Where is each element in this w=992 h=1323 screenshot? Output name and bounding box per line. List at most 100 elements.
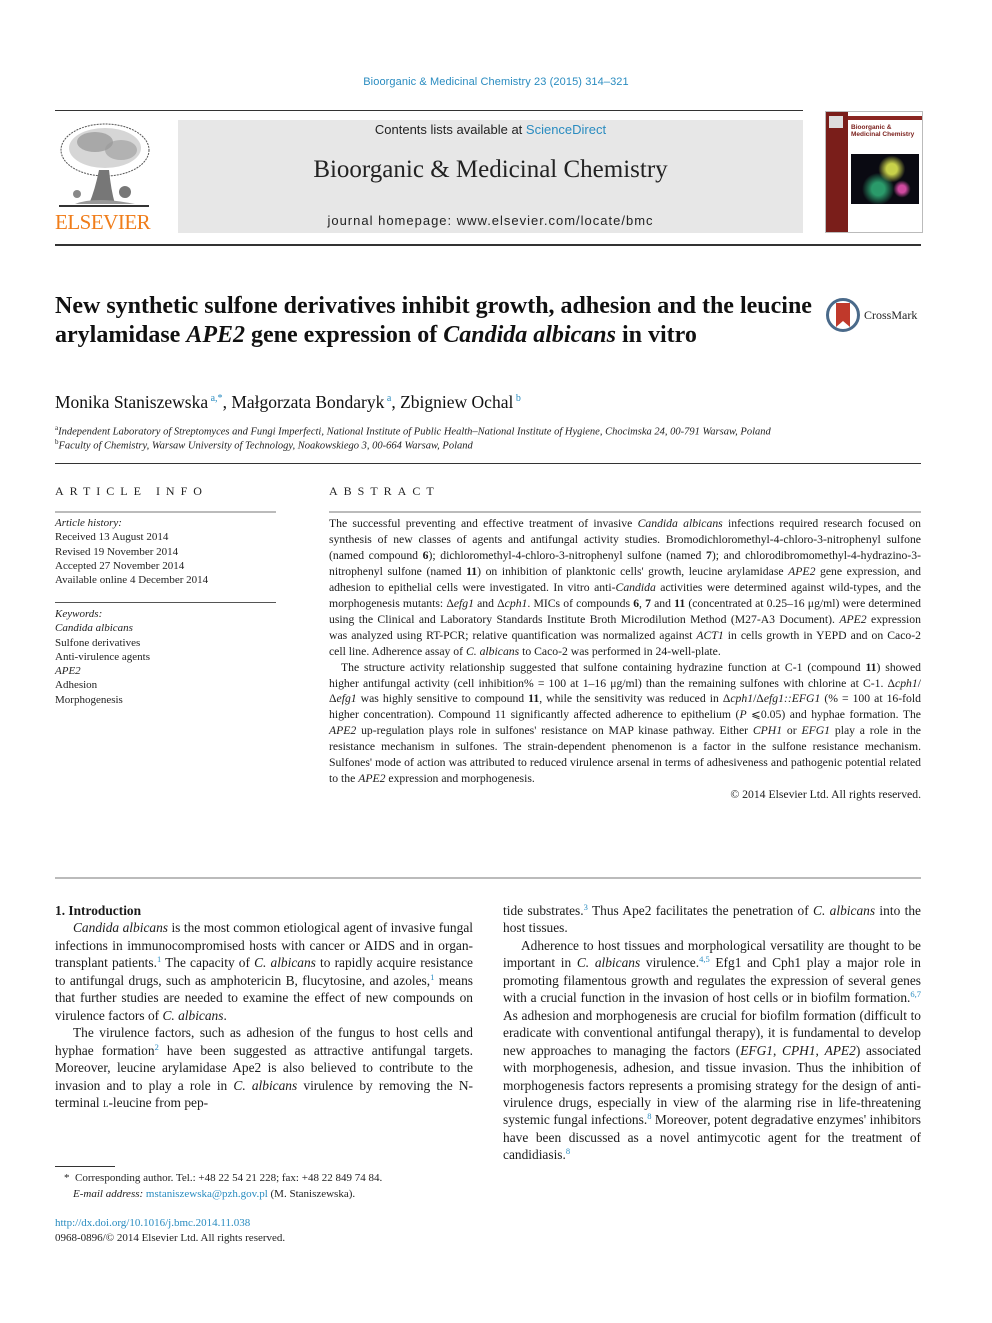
- text-run: was highly sensitive to compound: [356, 692, 529, 706]
- affiliation-a: aIndependent Laboratory of Streptomyces …: [55, 424, 771, 438]
- abstract-copyright: © 2014 Elsevier Ltd. All rights reserved…: [730, 788, 921, 802]
- contents-prefix: Contents lists available at: [374, 122, 526, 137]
- keyword: Sulfone derivatives: [55, 636, 141, 649]
- author-name[interactable]: Monika Staniszewska: [55, 392, 208, 412]
- keyword: Morphogenesis: [55, 693, 123, 706]
- doi-link[interactable]: http://dx.doi.org/10.1016/j.bmc.2014.11.…: [55, 1217, 250, 1229]
- footnote-text: Corresponding author. Tel.: +48 22 54 21…: [75, 1172, 383, 1184]
- email-label: E-mail address:: [73, 1188, 146, 1200]
- text-run: The successful preventing and effective …: [329, 517, 638, 530]
- bold-text: 11: [865, 660, 877, 674]
- elsevier-wordmark: ELSEVIER: [55, 210, 151, 234]
- elsevier-tree-icon: [59, 123, 150, 207]
- body-paragraph: tide substrates.3 Thus Ape2 facilitates …: [503, 902, 921, 937]
- sciencedirect-link[interactable]: ScienceDirect: [526, 122, 606, 137]
- text-run: to Caco-2 was performed in 24-well-plate…: [519, 644, 721, 658]
- italic-text: APE2: [329, 724, 357, 738]
- text-run: and: [650, 596, 675, 610]
- keyword-list: Candida albicans Sulfone derivatives Anti-…: [55, 621, 276, 707]
- text-run: ⩽0.05) and hyphae formation. The: [746, 708, 921, 722]
- italic-text: APE2: [839, 612, 867, 626]
- body-paragraph: The virulence factors, such as adhesion …: [55, 1024, 473, 1111]
- title-part: gene expression of: [245, 321, 444, 348]
- article-history: Article history: Received 13 August 2014…: [55, 516, 276, 587]
- italic-text: EFG1: [740, 1042, 773, 1058]
- keyword: Adhesion: [55, 679, 98, 692]
- email-link[interactable]: mstaniszewska@pzh.gov.pl: [146, 1188, 268, 1200]
- italic-text: cph1: [895, 676, 918, 690]
- italic-text: APE2: [358, 772, 386, 786]
- contents-line: Contents lists available at ScienceDirec…: [178, 122, 803, 137]
- text-run: -leucine from pep-: [108, 1094, 209, 1110]
- abstract-paragraph: The successful preventing and effective …: [329, 516, 921, 660]
- bold-text: 11: [674, 596, 686, 610]
- italic-text: EFG1: [801, 724, 831, 738]
- author-list: Monika Staniszewska a,*, Małgorzata Bond…: [55, 392, 521, 412]
- footnote-marker: *: [64, 1172, 70, 1184]
- journal-title: Bioorganic & Medicinal Chemistry: [313, 156, 668, 183]
- text-run: Thus Ape2 facilitates the penetration of: [587, 903, 814, 918]
- keywords-block: Keywords: Candida albicans Sulfone deriva…: [55, 607, 276, 707]
- text-run: ,: [815, 1042, 825, 1058]
- header-bottom-rule: [55, 244, 921, 246]
- abstract: The successful preventing and effective …: [329, 516, 921, 803]
- affiliation-text: Faculty of Chemistry, Warsaw University …: [58, 440, 473, 452]
- elsevier-logo[interactable]: ELSEVIER: [55, 120, 155, 235]
- body-column-right: tide substrates.3 Thus Ape2 facilitates …: [503, 902, 921, 1164]
- history-revised: Revised 19 November 2014: [55, 545, 179, 558]
- italic-text: C. albicans: [162, 1007, 224, 1023]
- history-accepted: Accepted 27 November 2014: [55, 559, 185, 572]
- italic-text: cph1: [730, 692, 754, 706]
- body-paragraph: Adherence to host tissues and morphologi…: [503, 937, 921, 1164]
- text-run: ) on inhibition of planktonic cells' gro…: [477, 564, 789, 578]
- keywords-heading: Keywords:: [55, 608, 103, 620]
- text-run: /Δ: [753, 692, 764, 706]
- italic-text: Candida albicans: [637, 517, 723, 530]
- italic-text: APE2: [824, 1042, 856, 1058]
- keyword: APE2: [55, 665, 81, 678]
- italic-text: APE2: [788, 564, 816, 578]
- italic-text: C. albicans: [576, 955, 641, 971]
- cover-stripe: [848, 116, 922, 120]
- title-part: in vitro: [615, 321, 697, 348]
- abstract-label: ABSTRACT: [329, 484, 440, 498]
- italic-text: CPH1: [782, 1042, 816, 1058]
- author-name[interactable]: Zbigniew Ochal: [400, 392, 513, 412]
- abstract-paragraph: The structure activity relationship sugg…: [329, 660, 921, 788]
- text-run: or: [782, 724, 802, 738]
- crossmark-badge[interactable]: CrossMark: [826, 297, 926, 333]
- journal-reference[interactable]: Bioorganic & Medicinal Chemistry 23 (201…: [0, 76, 992, 88]
- abstract-rule: [329, 511, 921, 513]
- italic-text: efg1: [336, 692, 357, 706]
- italic-text: C. albicans: [465, 644, 520, 658]
- article-title: New synthetic sulfone derivatives inhibi…: [55, 292, 815, 349]
- title-rule: [55, 463, 921, 464]
- history-received: Received 13 August 2014: [55, 531, 169, 544]
- author-affiliation-marker[interactable]: a,*: [208, 393, 223, 404]
- citation-ref[interactable]: 8: [566, 1146, 570, 1156]
- abstract-bottom-rule: [55, 877, 921, 879]
- author-affiliation-marker[interactable]: b: [513, 393, 521, 404]
- title-part: Candida albicans: [443, 321, 616, 348]
- cover-elsevier-logo: [829, 116, 843, 128]
- italic-text: Candida: [615, 580, 656, 594]
- italic-text: cph1: [504, 596, 528, 610]
- citation-ref[interactable]: 4,5: [699, 954, 710, 964]
- keyword: Candida albicans: [55, 622, 133, 635]
- bold-text: 11: [466, 564, 478, 578]
- italic-text: C. albicans: [233, 1077, 298, 1093]
- crossmark-icon: [826, 298, 860, 332]
- author-name[interactable]: Małgorzata Bondaryk: [231, 392, 384, 412]
- text-run: , while the sensitivity was reduced in Δ: [539, 692, 731, 706]
- affiliation-b: bFaculty of Chemistry, Warsaw University…: [55, 438, 473, 452]
- citation-ref[interactable]: 6,7: [910, 989, 921, 999]
- journal-cover[interactable]: Bioorganic & Medicinal Chemistry: [825, 111, 923, 233]
- text-run: ,: [772, 1042, 783, 1058]
- crossmark-label: CrossMark: [864, 308, 918, 322]
- text-run: The capacity of: [161, 955, 255, 971]
- italic-text: efg1: [453, 596, 474, 610]
- author-affiliation-marker[interactable]: a: [384, 393, 391, 404]
- journal-homepage[interactable]: journal homepage: www.elsevier.com/locat…: [178, 213, 803, 228]
- italic-text: Candida albicans: [73, 920, 168, 936]
- article-info-label: ARTICLE INFO: [55, 484, 208, 498]
